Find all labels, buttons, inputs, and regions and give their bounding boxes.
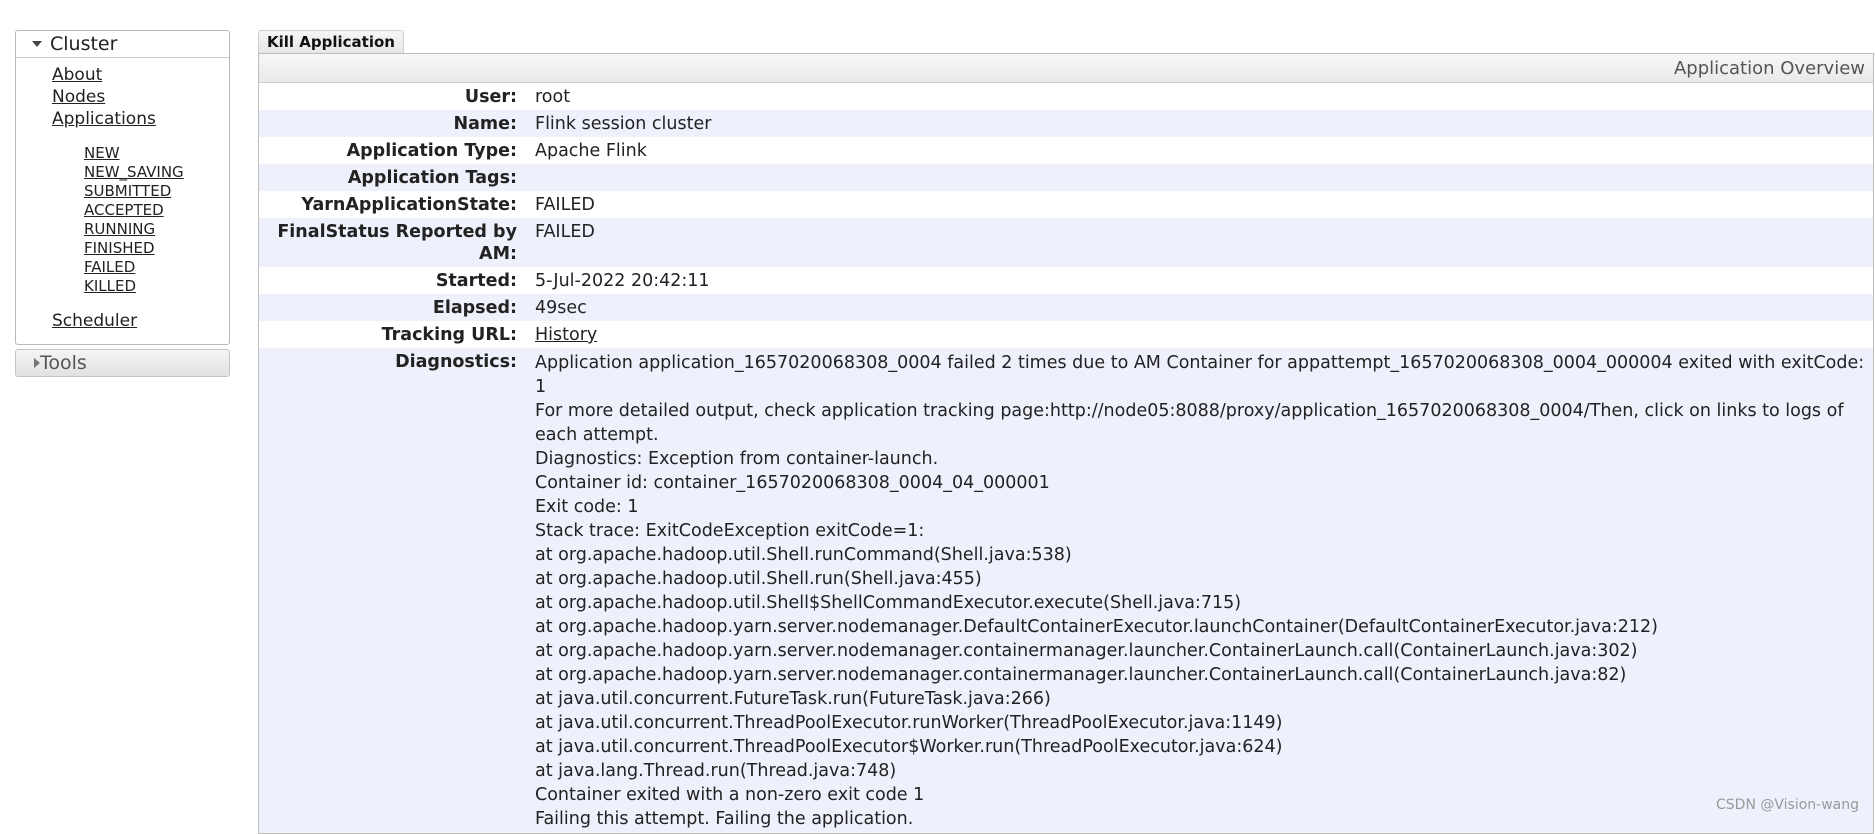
tracking-url-link[interactable]: History [535, 325, 597, 345]
field-label: Application Type: [346, 141, 517, 161]
caret-down-icon [32, 41, 42, 47]
diagnostics-line: at java.util.concurrent.ThreadPoolExecut… [535, 713, 1283, 733]
info-row-name: Name: Flink session cluster [259, 110, 1873, 137]
info-row-started: Started: 5-Jul-2022 20:42:11 [259, 267, 1873, 294]
diagnostics-line: Failing this attempt. Failing the applic… [535, 809, 914, 829]
field-label: FinalStatus Reported by AM: [277, 222, 517, 264]
info-row-application-tags: Application Tags: [259, 164, 1873, 191]
field-value: FAILED [535, 195, 595, 215]
diagnostics-line: Application application_1657020068308_00… [535, 353, 1865, 397]
diagnostics-text: Application application_1657020068308_00… [535, 348, 1873, 833]
state-link-new-saving[interactable]: NEW_SAVING [84, 163, 229, 182]
nav-link-applications[interactable]: Applications [52, 108, 229, 130]
field-value: root [535, 87, 571, 107]
watermark: CSDN @Vision-wang [1716, 797, 1859, 813]
field-value: Apache Flink [535, 141, 647, 161]
field-value: 5-Jul-2022 20:42:11 [535, 271, 710, 291]
field-label: User: [464, 87, 517, 107]
diagnostics-line: Exit code: 1 [535, 497, 639, 517]
info-row-application-type: Application Type: Apache Flink [259, 137, 1873, 164]
diagnostics-line: at java.util.concurrent.ThreadPoolExecut… [535, 737, 1283, 757]
diagnostics-line: Container id: container_1657020068308_00… [535, 473, 1050, 493]
info-row-tracking-url: Tracking URL: History [259, 321, 1873, 348]
info-row-elapsed: Elapsed: 49sec [259, 294, 1873, 321]
kill-application-button[interactable]: Kill Application [258, 30, 404, 53]
diagnostics-line: at org.apache.hadoop.util.Shell.runComma… [535, 545, 1072, 565]
cluster-panel: Cluster About Nodes Applications NEW NEW… [15, 30, 230, 345]
state-link-submitted[interactable]: SUBMITTED [84, 182, 229, 201]
field-label: Elapsed: [432, 298, 517, 318]
nav-link-about[interactable]: About [52, 64, 229, 86]
state-link-killed[interactable]: KILLED [84, 277, 229, 296]
application-overview-panel: Application Overview User: root Name: Fl… [258, 53, 1874, 834]
field-value: FAILED [535, 222, 595, 242]
field-value [535, 164, 1873, 191]
info-row-user: User: root [259, 83, 1873, 110]
overview-title: Application Overview [259, 54, 1873, 83]
diagnostics-line: at org.apache.hadoop.yarn.server.nodeman… [535, 665, 1627, 685]
diagnostics-line: For more detailed output, check applicat… [535, 401, 1844, 445]
diagnostics-line: at java.lang.Thread.run(Thread.java:748) [535, 761, 897, 781]
diagnostics-line: at java.util.concurrent.FutureTask.run(F… [535, 689, 1051, 709]
state-link-new[interactable]: NEW [84, 144, 229, 163]
info-row-final-status: FinalStatus Reported by AM: FAILED [259, 218, 1873, 267]
main-content: Kill Application Application Overview Us… [258, 30, 1874, 834]
application-state-list: NEW NEW_SAVING SUBMITTED ACCEPTED RUNNIN… [52, 130, 229, 310]
field-label: Started: [435, 271, 517, 291]
diagnostics-line: at org.apache.hadoop.util.Shell$ShellCom… [535, 593, 1242, 613]
sidebar: Cluster About Nodes Applications NEW NEW… [15, 30, 230, 377]
tools-section-label: Tools [40, 352, 87, 374]
field-label: Tracking URL: [381, 325, 517, 345]
diagnostics-line: at org.apache.hadoop.yarn.server.nodeman… [535, 641, 1638, 661]
field-value-cell: History [535, 321, 1873, 348]
field-label: Application Tags: [347, 168, 517, 188]
cluster-section-label: Cluster [50, 33, 118, 55]
field-label: YarnApplicationState: [301, 195, 517, 215]
field-label: Diagnostics: [395, 352, 517, 372]
diagnostics-line: Container exited with a non-zero exit co… [535, 785, 925, 805]
cluster-nav: About Nodes Applications NEW NEW_SAVING … [16, 58, 229, 344]
cluster-section-toggle[interactable]: Cluster [16, 31, 229, 58]
info-row-yarn-state: YarnApplicationState: FAILED [259, 191, 1873, 218]
diagnostics-line: Stack trace: ExitCodeException exitCode=… [535, 521, 925, 541]
state-link-finished[interactable]: FINISHED [84, 239, 229, 258]
nav-link-scheduler[interactable]: Scheduler [52, 310, 229, 332]
state-link-running[interactable]: RUNNING [84, 220, 229, 239]
state-link-accepted[interactable]: ACCEPTED [84, 201, 229, 220]
nav-link-nodes[interactable]: Nodes [52, 86, 229, 108]
diagnostics-line: at org.apache.hadoop.yarn.server.nodeman… [535, 617, 1658, 637]
info-row-diagnostics: Diagnostics: Application application_165… [259, 348, 1873, 833]
field-value: 49sec [535, 298, 587, 318]
field-value: Flink session cluster [535, 114, 712, 134]
state-link-failed[interactable]: FAILED [84, 258, 229, 277]
diagnostics-line: at org.apache.hadoop.util.Shell.run(Shel… [535, 569, 982, 589]
field-label: Name: [453, 114, 517, 134]
tools-section-toggle[interactable]: Tools [15, 349, 230, 377]
application-info-table: User: root Name: Flink session cluster A… [259, 83, 1873, 833]
diagnostics-line: Diagnostics: Exception from container-la… [535, 449, 939, 469]
